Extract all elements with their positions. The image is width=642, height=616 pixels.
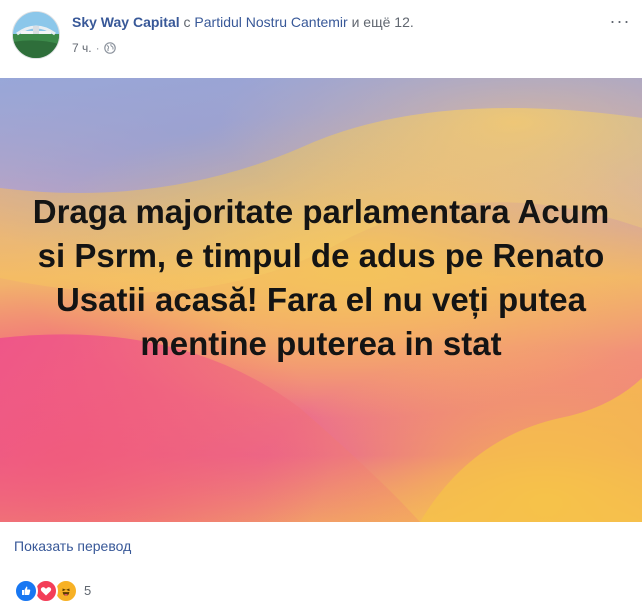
more-options-icon[interactable]: ··· [610, 12, 630, 30]
author-line: Sky Way Capital с Partidul Nostru Cantem… [72, 13, 414, 31]
author-avatar[interactable] [12, 11, 60, 59]
globe-icon[interactable] [103, 42, 116, 54]
like-icon [14, 579, 38, 603]
more-options-glyph: ··· [609, 11, 631, 31]
meta-separator: · [95, 41, 100, 55]
post-header: Sky Way Capital с Partidul Nostru Cantem… [0, 0, 642, 72]
author-name[interactable]: Sky Way Capital [72, 14, 180, 30]
reaction-count[interactable]: 5 [84, 582, 91, 600]
post-meta: 7 ч. · [72, 40, 116, 56]
with-text: с [183, 14, 191, 30]
tagged-page-link[interactable]: Partidul Nostru Cantemir [194, 14, 347, 30]
facebook-post: Sky Way Capital с Partidul Nostru Cantem… [0, 0, 642, 616]
avatar-image [13, 12, 59, 58]
and-more-link[interactable]: и ещё 12. [352, 14, 414, 30]
post-timestamp[interactable]: 7 ч. [72, 40, 92, 56]
background-post-card: Draga majoritate parlamentara Acum si Ps… [0, 78, 642, 522]
post-text: Draga majoritate parlamentara Acum si Ps… [32, 193, 610, 362]
reactions-summary[interactable]: 5 [14, 579, 91, 603]
show-translation-link[interactable]: Показать перевод [14, 537, 131, 555]
